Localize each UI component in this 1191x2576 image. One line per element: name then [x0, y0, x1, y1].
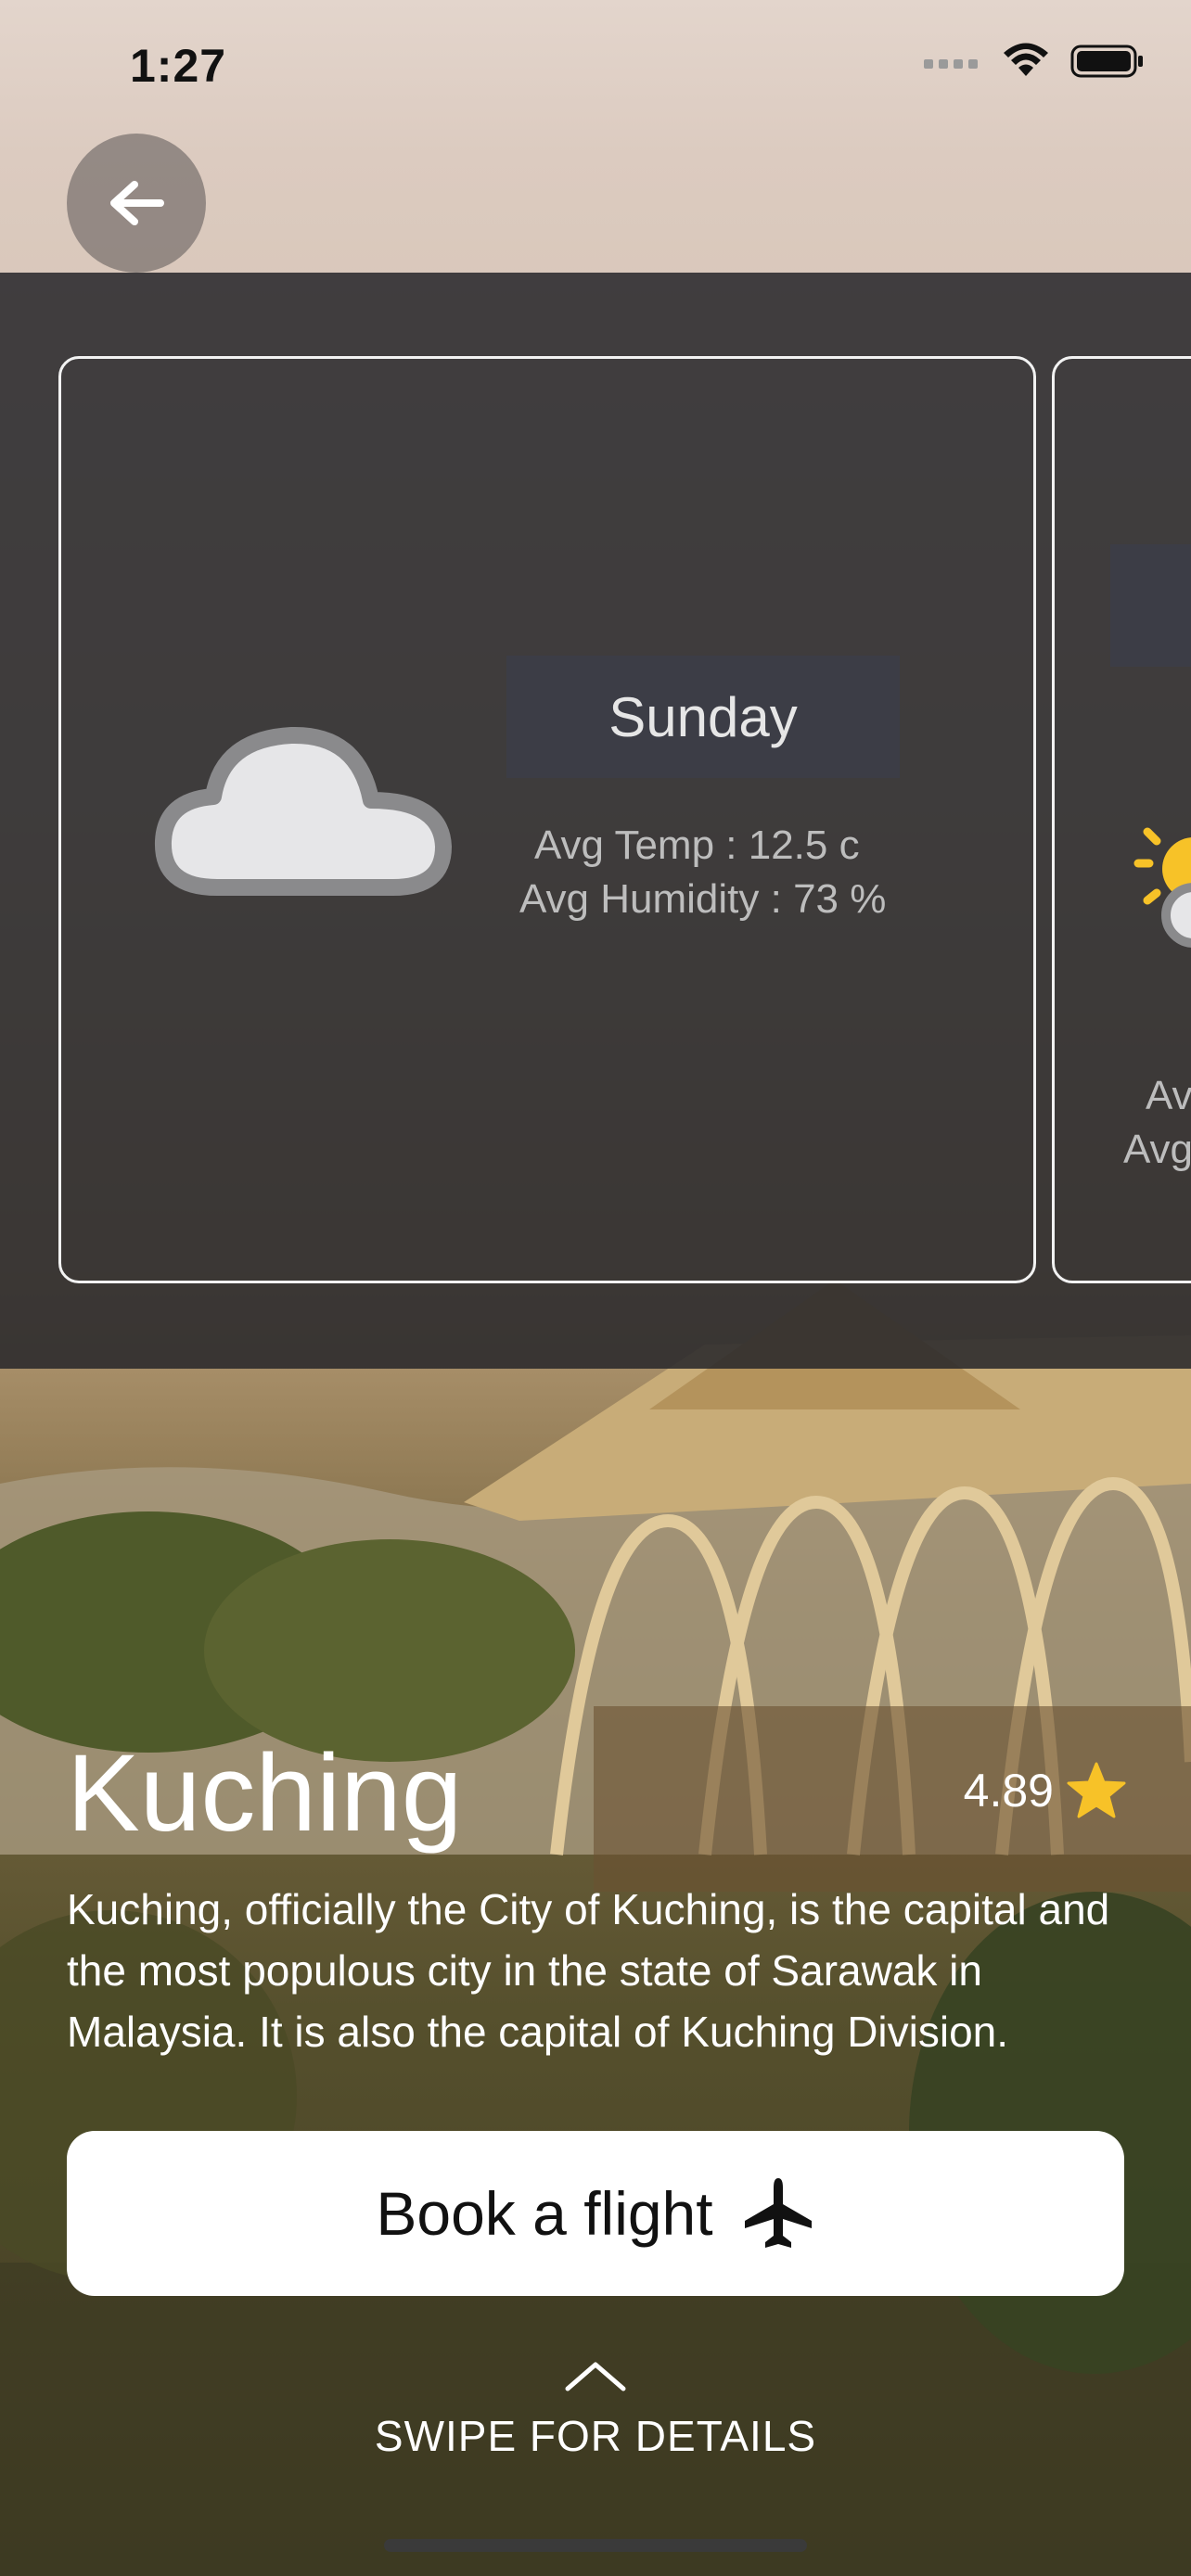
home-indicator[interactable] — [384, 2539, 807, 2552]
status-time: 1:27 — [130, 40, 227, 92]
avg-humidity: Avg — [1123, 1127, 1191, 1172]
status-icons — [924, 43, 1145, 80]
cellular-signal-icon — [924, 59, 978, 69]
rating-value: 4.89 — [963, 1765, 1054, 1817]
avg-temp: Av — [1146, 1073, 1191, 1118]
avg-temp: Avg Temp : 12.5 c — [534, 823, 860, 868]
day-label — [1110, 544, 1191, 667]
star-icon — [1067, 1762, 1126, 1818]
wifi-icon — [1004, 43, 1048, 76]
weather-card[interactable]: Av Avg — [1052, 356, 1191, 1283]
back-button[interactable] — [67, 134, 206, 273]
book-flight-label: Book a flight — [376, 2179, 713, 2248]
chevron-up-icon[interactable] — [564, 2359, 627, 2392]
swipe-for-details[interactable]: SWIPE FOR DETAILS — [0, 2411, 1191, 2461]
battery-icon — [1070, 45, 1143, 78]
city-title: Kuching — [67, 1732, 463, 1855]
weather-carousel[interactable]: Sunday Avg Temp : 12.5 c Avg Humidity : … — [0, 273, 1191, 1369]
day-label: Sunday — [506, 656, 900, 778]
airplane-icon — [744, 2178, 812, 2248]
book-flight-button[interactable]: Book a flight — [67, 2131, 1124, 2296]
sun-cloud-icon — [1133, 827, 1191, 948]
weather-card[interactable]: Sunday Avg Temp : 12.5 c Avg Humidity : … — [58, 356, 1036, 1283]
avg-humidity: Avg Humidity : 73 % — [519, 876, 887, 922]
arrow-left-icon — [110, 181, 164, 225]
rating: 4.89 — [964, 1762, 1126, 1819]
city-description: Kuching, officially the City of Kuching,… — [67, 1885, 1110, 2056]
cloud-icon — [154, 726, 452, 896]
